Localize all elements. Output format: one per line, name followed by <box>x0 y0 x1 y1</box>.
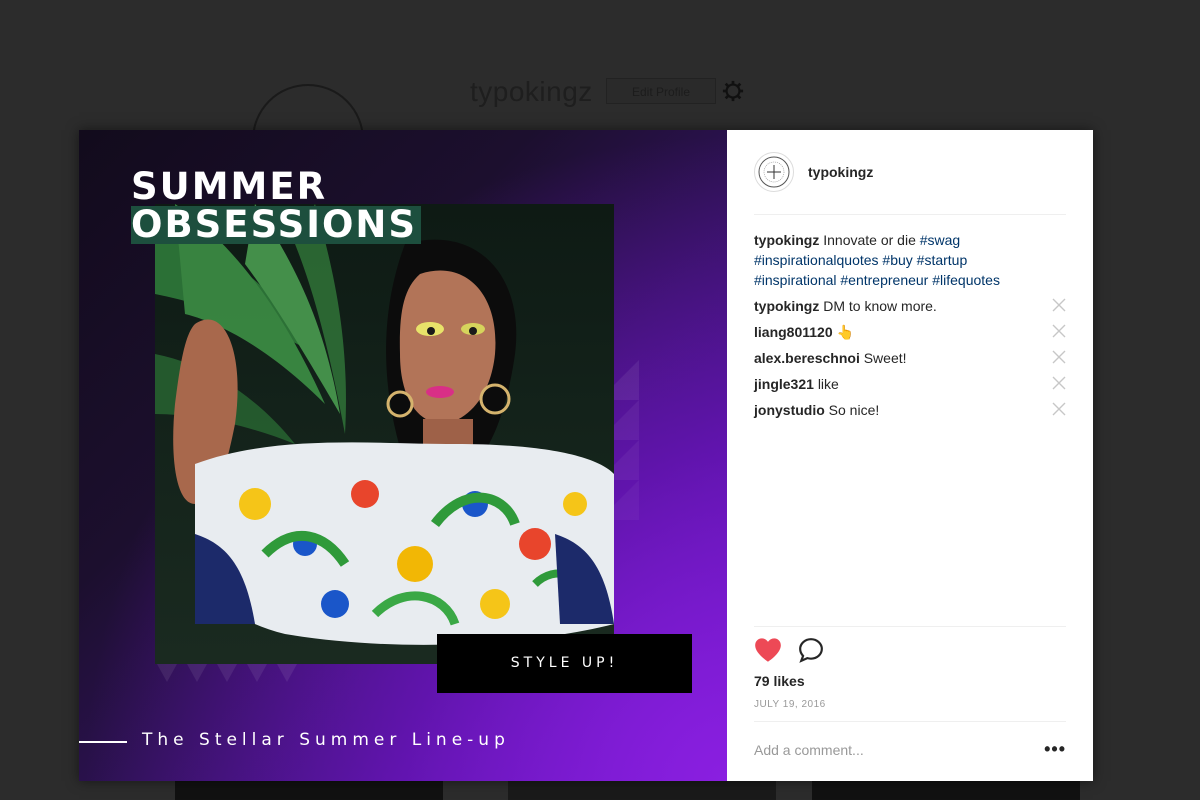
profile-grid <box>0 780 1200 800</box>
post-title: SUMMER OBSESSIONS <box>131 165 422 244</box>
likes-count[interactable]: 79 likes <box>754 673 805 689</box>
close-icon[interactable] <box>1052 376 1066 390</box>
comments-list: typokingz Innovate or die #swag #inspira… <box>754 230 1066 420</box>
hashtag[interactable]: #entrepreneur <box>840 272 928 288</box>
comment-text: So nice! <box>828 402 880 418</box>
post-modal: SUMMER OBSESSIONS STYLE UP! The Stellar … <box>79 130 1093 781</box>
comment-text: 👆 <box>836 324 854 340</box>
comment-username[interactable]: jonystudio <box>754 402 825 418</box>
post-username[interactable]: typokingz <box>808 164 873 180</box>
close-icon[interactable] <box>1052 350 1066 364</box>
comment-username[interactable]: alex.bereschnoi <box>754 350 860 366</box>
hashtag[interactable]: #inspirational <box>754 272 837 288</box>
hashtag[interactable]: #buy <box>882 252 912 268</box>
decorative-triangles-bottom <box>157 664 297 682</box>
comment: jonystudio So nice! <box>754 400 1066 420</box>
hashtag[interactable]: #inspirationalquotes <box>754 252 879 268</box>
close-icon[interactable] <box>1052 402 1066 416</box>
post-side-panel: typokingz typokingz Innovate or die #swa… <box>727 130 1093 781</box>
comment-icon[interactable] <box>798 637 824 663</box>
model-illustration <box>155 204 614 645</box>
close-icon[interactable] <box>1052 324 1066 338</box>
grid-thumbnail[interactable] <box>812 780 1080 800</box>
title-line-2: OBSESSIONS <box>131 206 422 244</box>
comment: alex.bereschnoi Sweet! <box>754 348 1066 368</box>
add-comment-input[interactable]: Add a comment... <box>754 742 864 758</box>
caption-username[interactable]: typokingz <box>754 232 819 248</box>
comment-text: DM to know more. <box>823 298 937 314</box>
comment-text: Sweet! <box>863 350 907 366</box>
comment: liang801120 👆 <box>754 322 1066 342</box>
comment: typokingz DM to know more. <box>754 296 1066 316</box>
more-options-button[interactable]: ••• <box>1044 740 1066 758</box>
caption: typokingz Innovate or die #swag #inspira… <box>754 230 1066 290</box>
grid-thumbnail[interactable] <box>508 780 776 800</box>
edit-profile-button[interactable]: Edit Profile <box>606 78 716 104</box>
hashtag[interactable]: #startup <box>917 252 968 268</box>
post-date: JULY 19, 2016 <box>754 699 826 710</box>
gear-icon[interactable] <box>722 80 744 102</box>
comment-text: like <box>817 376 839 392</box>
add-comment-row: Add a comment... ••• <box>754 721 1066 782</box>
profile-username: typokingz <box>470 76 593 107</box>
comment-username[interactable]: jingle321 <box>754 376 814 392</box>
avatar[interactable] <box>754 152 794 192</box>
tagline-rule <box>79 741 127 743</box>
post-actions: 79 likes JULY 19, 2016 <box>754 626 1066 710</box>
hashtag[interactable]: #swag <box>920 232 960 248</box>
heart-icon[interactable] <box>754 637 782 663</box>
avatar-logo-icon <box>758 156 790 188</box>
comment: jingle321 like <box>754 374 1066 394</box>
post-image[interactable]: SUMMER OBSESSIONS STYLE UP! The Stellar … <box>79 130 727 781</box>
close-icon[interactable] <box>1052 298 1066 312</box>
grid-thumbnail[interactable] <box>175 780 443 800</box>
post-header: typokingz <box>754 152 1066 215</box>
hashtag[interactable]: #lifequotes <box>932 272 1000 288</box>
style-up-button: STYLE UP! <box>437 634 692 693</box>
comment-username[interactable]: typokingz <box>754 298 819 314</box>
comment-username[interactable]: liang801120 <box>754 324 833 340</box>
title-line-1: SUMMER <box>131 165 328 208</box>
caption-text: Innovate or die <box>823 232 916 248</box>
tagline: The Stellar Summer Line-up <box>142 730 510 750</box>
model-photo <box>155 204 614 664</box>
